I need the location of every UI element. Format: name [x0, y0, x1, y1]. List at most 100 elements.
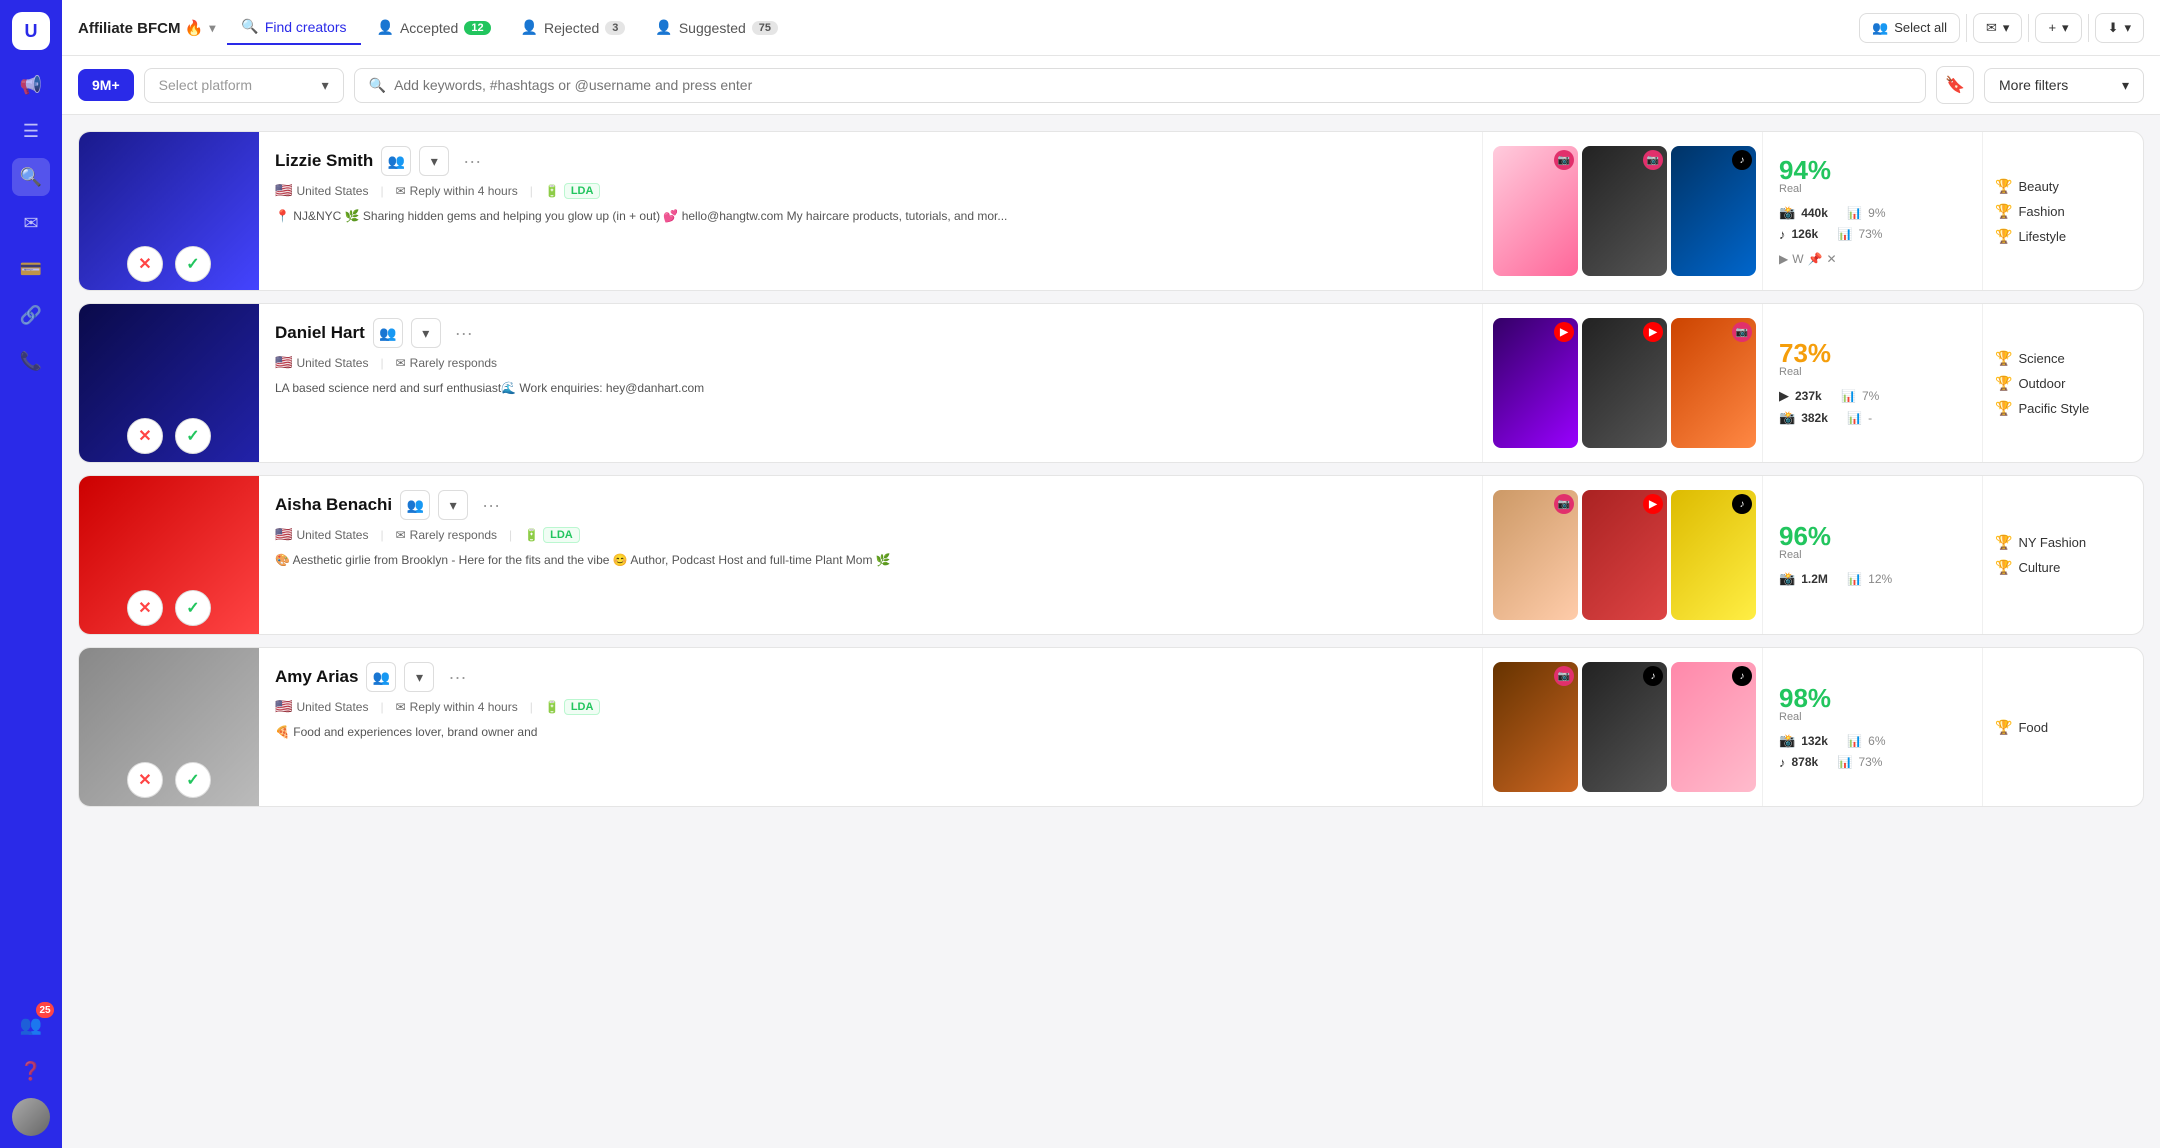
sidebar-icon-search[interactable]: 🔍 [12, 158, 50, 196]
media-thumbnail[interactable]: ♪ [1671, 146, 1756, 276]
media-thumbnail[interactable]: ♪ [1582, 662, 1667, 792]
message-chevron-icon: ▾ [2003, 20, 2010, 36]
accept-button[interactable]: ✓ [175, 590, 211, 626]
download-button[interactable]: ⬇ ▾ [2095, 13, 2144, 43]
sidebar-icon-card[interactable]: 💳 [12, 250, 50, 288]
creator-group-button[interactable]: 👥 [373, 318, 403, 348]
sidebar: U 📢 ☰ 🔍 ✉ 💳 🔗 📞 👥 25 ❓ [0, 0, 62, 1148]
media-thumbnail[interactable]: 📷 [1493, 146, 1578, 276]
mail-icon: ✉ [396, 528, 406, 542]
suggested-badge: 75 [752, 21, 778, 35]
creator-expand-button[interactable]: ▾ [419, 146, 449, 176]
creator-tags: 🏆 Science 🏆 Outdoor 🏆 Pacific Style [1983, 304, 2143, 462]
campaign-chevron-icon[interactable]: ▾ [209, 21, 215, 35]
flag-icon: 🇺🇸 [275, 698, 292, 715]
reject-button[interactable]: ✕ [127, 762, 163, 798]
media-thumbnail[interactable]: ♪ [1671, 490, 1756, 620]
platform-filter[interactable]: Select platform ▾ [144, 68, 344, 103]
creator-more-button[interactable]: ··· [449, 318, 479, 348]
sidebar-icon-link[interactable]: 🔗 [12, 296, 50, 334]
trophy-icon: 🏆 [1995, 350, 2012, 367]
reject-button[interactable]: ✕ [127, 590, 163, 626]
add-button[interactable]: + ▾ [2035, 13, 2081, 43]
media-thumbnail[interactable]: 📷 [1582, 146, 1667, 276]
social-icon: ✕ [1827, 252, 1837, 266]
accept-button[interactable]: ✓ [175, 762, 211, 798]
media-thumbnail[interactable]: 📷 [1493, 662, 1578, 792]
creator-group-button[interactable]: 👥 [381, 146, 411, 176]
response-label: Rarely responds [410, 528, 497, 542]
add-icon: + [2048, 20, 2056, 35]
accept-button[interactable]: ✓ [175, 418, 211, 454]
separator: | [380, 700, 383, 714]
trophy-icon: 🏆 [1995, 203, 2012, 220]
media-thumbnail[interactable]: ▶ [1582, 318, 1667, 448]
country-item: 🇺🇸 United States [275, 182, 368, 199]
tab-accepted[interactable]: 👤 Accepted 12 [363, 11, 505, 44]
reject-button[interactable]: ✕ [127, 246, 163, 282]
creator-more-button[interactable]: ··· [457, 146, 487, 176]
tab-rejected[interactable]: 👤 Rejected 3 [507, 11, 640, 44]
tab-find-creators[interactable]: 🔍 Find creators [227, 10, 360, 45]
tab-suggested[interactable]: 👤 Suggested 75 [641, 11, 792, 44]
mail-icon: ✉ [396, 356, 406, 370]
reject-button[interactable]: ✕ [127, 418, 163, 454]
creator-group-button[interactable]: 👥 [366, 662, 396, 692]
sidebar-icon-mail[interactable]: ✉ [12, 204, 50, 242]
stat-followers: 237k [1795, 389, 1835, 403]
social-icon: 📌 [1808, 252, 1823, 266]
creator-info: Daniel Hart 👥 ▾ ··· 🇺🇸 United States | ✉… [259, 304, 1483, 462]
creator-more-button[interactable]: ··· [442, 662, 472, 692]
creator-info: Aisha Benachi 👥 ▾ ··· 🇺🇸 United States |… [259, 476, 1483, 634]
media-thumbnail[interactable]: ▶ [1493, 318, 1578, 448]
tag-label: Lifestyle [2018, 229, 2066, 244]
trophy-icon: 🏆 [1995, 534, 2012, 551]
lda-icon: 🔋 [524, 528, 539, 542]
accept-button[interactable]: ✓ [175, 246, 211, 282]
sidebar-icon-megaphone[interactable]: 📢 [12, 66, 50, 104]
media-thumbnail[interactable]: 📷 [1493, 490, 1578, 620]
extra-socials: ▶W📌✕ [1779, 252, 1966, 266]
sidebar-icon-phone[interactable]: 📞 [12, 342, 50, 380]
user-avatar[interactable] [12, 1098, 50, 1136]
sidebar-icon-help[interactable]: ❓ [12, 1052, 50, 1090]
media-thumbnail[interactable]: 📷 [1671, 318, 1756, 448]
platform-icon: 📸 [1779, 733, 1795, 749]
separator: | [380, 356, 383, 370]
tag-label: Pacific Style [2018, 401, 2089, 416]
campaign-title[interactable]: Affiliate BFCM 🔥 ▾ [78, 19, 215, 37]
card-actions: ✕ ✓ [79, 246, 259, 282]
divider-3 [2088, 14, 2089, 42]
flag-icon: 🇺🇸 [275, 526, 292, 543]
sidebar-icon-list[interactable]: ☰ [12, 112, 50, 150]
message-button[interactable]: ✉ ▾ [1973, 13, 2022, 43]
creator-expand-button[interactable]: ▾ [438, 490, 468, 520]
creator-expand-button[interactable]: ▾ [411, 318, 441, 348]
search-bar[interactable]: 🔍 [354, 68, 1926, 103]
search-input[interactable] [394, 77, 1911, 93]
more-filters-button[interactable]: More filters ▾ [1984, 68, 2144, 103]
rejected-icon: 👤 [521, 19, 538, 36]
creator-info: Lizzie Smith 👥 ▾ ··· 🇺🇸 United States | … [259, 132, 1483, 290]
separator: | [380, 528, 383, 542]
platform-placeholder: Select platform [159, 77, 314, 93]
creator-name: Daniel Hart [275, 323, 365, 343]
creator-group-button[interactable]: 👥 [400, 490, 430, 520]
creator-expand-button[interactable]: ▾ [404, 662, 434, 692]
tag-label: Fashion [2018, 204, 2064, 219]
app-logo[interactable]: U [12, 12, 50, 50]
tag-label: Outdoor [2018, 376, 2065, 391]
response-item: ✉ Reply within 4 hours [396, 700, 518, 714]
stat-engagement-icon: 📊 [1847, 572, 1862, 586]
stat-followers: 878k [1792, 755, 1832, 769]
bookmark-button[interactable]: 🔖 [1936, 66, 1974, 104]
media-thumbnail[interactable]: ♪ [1671, 662, 1756, 792]
select-all-icon: 👥 [1872, 20, 1888, 36]
country-item: 🇺🇸 United States [275, 354, 368, 371]
creator-more-button[interactable]: ··· [476, 490, 506, 520]
media-platform-badge: ♪ [1732, 666, 1752, 686]
tag-item: 🏆 Outdoor [1995, 375, 2131, 392]
tag-label: Science [2018, 351, 2064, 366]
media-thumbnail[interactable]: ▶ [1582, 490, 1667, 620]
select-all-button[interactable]: 👥 Select all [1859, 13, 1960, 43]
